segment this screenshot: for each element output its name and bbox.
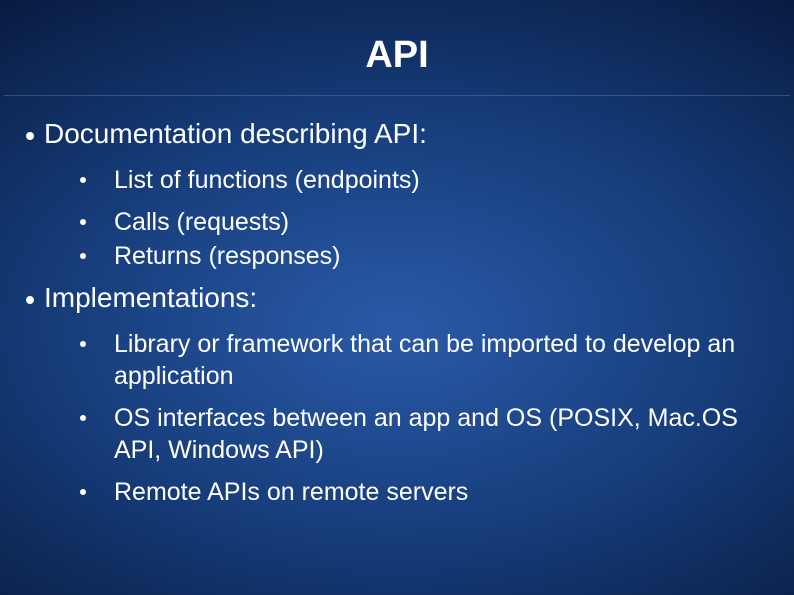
- bullet-text: Implementations:: [44, 282, 257, 314]
- bullet-level2: OS interfaces between an app and OS (POS…: [80, 402, 774, 466]
- bullet-dot-icon: [80, 219, 86, 225]
- bullet-text: Library or framework that can be importe…: [114, 328, 774, 392]
- bullet-text: List of functions (endpoints): [114, 164, 774, 196]
- bullet-level2: List of functions (endpoints): [80, 164, 774, 196]
- bullet-dot-icon: [80, 177, 86, 183]
- bullet-level2: Remote APIs on remote servers: [80, 476, 774, 508]
- bullet-level1: Implementations:: [20, 282, 774, 314]
- bullet-dot-icon: [26, 296, 34, 304]
- bullet-level2: Library or framework that can be importe…: [80, 328, 774, 392]
- bullet-dot-icon: [26, 132, 34, 140]
- sub-bullet-group: List of functions (endpoints): [80, 164, 774, 196]
- bullet-dot-icon: [80, 341, 86, 347]
- bullet-text: Returns (responses): [114, 240, 774, 272]
- bullet-dot-icon: [80, 489, 86, 495]
- bullet-level2: Returns (responses): [80, 240, 774, 272]
- bullet-text: Remote APIs on remote servers: [114, 476, 774, 508]
- sub-bullet-group: Library or framework that can be importe…: [80, 328, 774, 392]
- bullet-text: Documentation describing API:: [44, 118, 427, 150]
- bullet-text: Calls (requests): [114, 206, 774, 238]
- slide-title: API: [4, 0, 790, 96]
- bullet-level1: Documentation describing API:: [20, 118, 774, 150]
- bullet-text: OS interfaces between an app and OS (POS…: [114, 402, 774, 466]
- sub-bullet-group: Remote APIs on remote servers: [80, 476, 774, 508]
- slide-content: Documentation describing API: List of fu…: [0, 96, 794, 508]
- sub-bullet-group: Calls (requests) Returns (responses): [80, 206, 774, 272]
- bullet-dot-icon: [80, 253, 86, 259]
- bullet-level2: Calls (requests): [80, 206, 774, 238]
- sub-bullet-group: OS interfaces between an app and OS (POS…: [80, 402, 774, 466]
- bullet-dot-icon: [80, 415, 86, 421]
- slide: API Documentation describing API: List o…: [0, 0, 794, 595]
